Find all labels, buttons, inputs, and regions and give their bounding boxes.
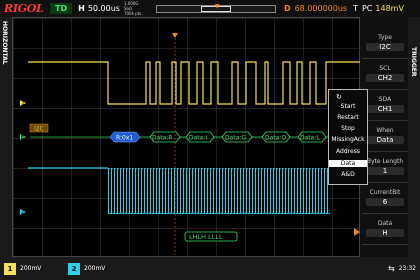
menu-data[interactable]: Data H (362, 217, 408, 245)
menu-label: When (376, 127, 394, 134)
decode-data-text: Data:G (225, 135, 246, 142)
popup-option-restart[interactable]: Restart (329, 114, 367, 121)
menu-sda[interactable]: SDA CH1 (362, 93, 408, 121)
menu-when[interactable]: When Data (362, 124, 408, 152)
ch2-marker-label[interactable]: 2 (21, 209, 25, 216)
menu-scl[interactable]: SCL CH2 (362, 62, 408, 90)
decode-data-text: Data:O (265, 135, 286, 142)
ch1-marker-label[interactable]: 1 (21, 100, 25, 107)
ch1-sda-waveform (28, 61, 360, 105)
menu-value: I2C (366, 43, 404, 51)
trigger-pattern-text: LHLH LLLL (189, 233, 223, 241)
usb-icon: ⇆ (388, 264, 395, 273)
decode-address-text: R:0x1 (116, 135, 133, 142)
clock-time: 23:32 (398, 265, 416, 272)
menu-byte-length[interactable]: Byte Length 1 (362, 155, 408, 183)
decode-data-text: Data:I (189, 135, 207, 142)
popup-option-addr-data[interactable]: A&D (329, 171, 367, 178)
menu-label: SCL (379, 65, 391, 72)
popup-option-missingack[interactable]: MissingAck (329, 136, 367, 143)
menu-value: 6 (366, 198, 404, 206)
ch1-badge: 1 (4, 262, 16, 275)
when-options-popup: ↻ Start Restart Stop MissingAck Address … (328, 89, 368, 185)
menu-value: 1 (366, 167, 404, 175)
ch2-scl-clock-burst (108, 168, 330, 214)
popup-option-start[interactable]: Start (329, 103, 367, 110)
menu-type[interactable]: Type I2C (362, 31, 408, 59)
ch2-badge: 2 (68, 262, 80, 275)
menu-value: CH1 (366, 105, 404, 113)
menu-label: SDA (378, 96, 392, 103)
menu-current-bit[interactable]: CurrentBit 6 (362, 186, 408, 214)
system-tray: ⇆ 23:32 (388, 264, 416, 273)
rotary-knob-icon: ↻ (336, 93, 342, 101)
trigger-tab-label: TRIGGER (410, 47, 417, 77)
menu-label: Data (377, 220, 393, 227)
menu-value: Data (366, 136, 404, 144)
trigger-side-tab[interactable]: TRIGGER (408, 17, 420, 257)
trigger-menu: TRIGGER Type I2C SCL CH2 SDA CH1 When Da… (360, 17, 420, 257)
menu-label: Byte Length (366, 158, 404, 165)
popup-option-address[interactable]: Address (329, 148, 367, 155)
popup-option-data[interactable]: Data (329, 160, 367, 167)
trigger-position-marker (172, 33, 178, 38)
menu-value: CH2 (366, 74, 404, 82)
menu-value: H (366, 229, 404, 237)
menu-label: CurrentBit (369, 189, 401, 196)
decode-data-text: Data:L (300, 135, 320, 142)
ch2-scl-clock-area (108, 168, 330, 214)
ch1-scale: 200mV (20, 265, 42, 272)
decode-data-text: Data:R (152, 135, 173, 142)
bus-label: I2C (34, 126, 44, 133)
channel-status-bar: 1 200mV 2 200mV ⇆ 23:32 (0, 257, 420, 280)
bus-marker-label[interactable]: B (21, 135, 25, 141)
ch1-status[interactable]: 1 200mV (4, 262, 64, 276)
ch2-status[interactable]: 2 200mV (68, 262, 128, 276)
ch2-scale: 200mV (84, 265, 106, 272)
popup-option-stop[interactable]: Stop (329, 125, 367, 132)
menu-label: Type (378, 34, 392, 41)
